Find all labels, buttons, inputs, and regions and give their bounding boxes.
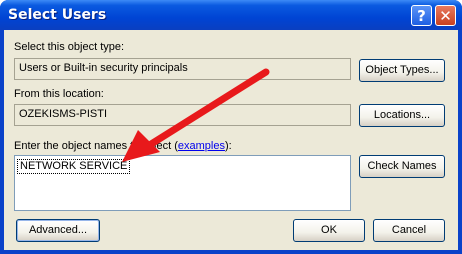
ok-button-label: OK <box>321 224 337 236</box>
object-type-field: Users or Built-in security principals <box>14 58 351 80</box>
help-icon: ? <box>417 7 426 25</box>
location-value: OZEKISMS-PISTI <box>19 108 108 120</box>
names-label: Enter the object names to select (exampl… <box>14 140 232 152</box>
ok-button[interactable]: OK <box>293 219 365 242</box>
names-label-suffix: ): <box>224 140 232 152</box>
object-type-label: Select this object type: <box>14 41 125 53</box>
object-type-value: Users or Built-in security principals <box>19 62 188 74</box>
dialog-body: Select this object type: Users or Built-… <box>4 30 458 250</box>
check-names-button-label: Check Names <box>367 160 437 172</box>
examples-link[interactable]: examples <box>178 140 225 152</box>
object-names-value: NETWORK SERVICE <box>17 159 131 174</box>
check-names-button[interactable]: Check Names <box>359 155 445 178</box>
cancel-button-label: Cancel <box>391 224 427 236</box>
title-bar[interactable]: Select Users ? ✕ <box>0 0 462 30</box>
advanced-button-label: Advanced... <box>28 224 88 236</box>
window-title: Select Users <box>8 7 107 23</box>
advanced-button[interactable]: Advanced... <box>16 219 100 242</box>
location-field: OZEKISMS-PISTI <box>14 104 351 126</box>
help-button[interactable]: ? <box>411 5 432 26</box>
locations-button[interactable]: Locations... <box>359 104 445 127</box>
location-label: From this location: <box>14 88 104 100</box>
object-names-input[interactable]: NETWORK SERVICE <box>14 155 351 211</box>
close-button[interactable]: ✕ <box>435 5 456 26</box>
object-types-button[interactable]: Object Types... <box>359 59 445 82</box>
object-types-button-label: Object Types... <box>365 64 439 76</box>
select-users-dialog: Select Users ? ✕ Select this object type… <box>0 0 462 254</box>
cancel-button[interactable]: Cancel <box>373 219 445 242</box>
close-icon: ✕ <box>439 7 452 25</box>
locations-button-label: Locations... <box>373 109 431 121</box>
names-label-prefix: Enter the object names to select ( <box>14 140 178 152</box>
